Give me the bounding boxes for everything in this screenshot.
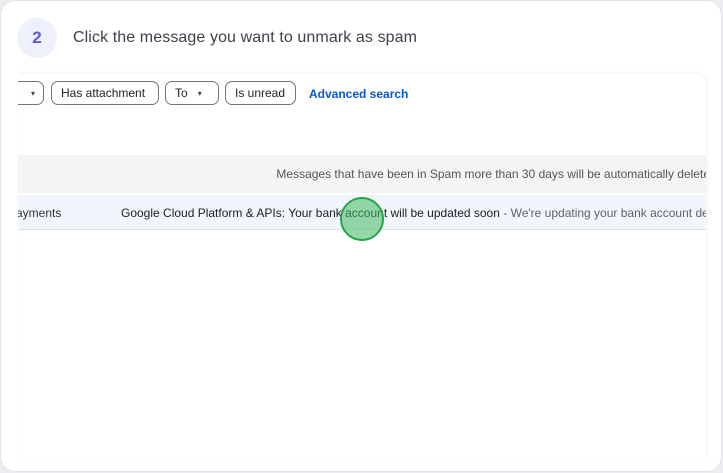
has-attachment-chip[interactable]: Has attachment (51, 81, 159, 105)
chevron-down-icon: ▾ (197, 88, 202, 98)
chevron-down-icon: ▾ (30, 88, 35, 98)
is-unread-chip[interactable]: Is unread (225, 81, 296, 105)
to-label: To (175, 86, 188, 100)
message-separator: - (499, 206, 511, 220)
tutorial-card: 2 Click the message you want to unmark a… (1, 1, 721, 471)
click-indicator (340, 197, 384, 241)
to-filter-chip[interactable]: To ▾ (165, 81, 219, 105)
gmail-screenshot: ▾ Has attachment To ▾ Is unread Advanced… (18, 74, 706, 459)
message-content: Google Cloud Platform & APIs: Your bank … (121, 206, 706, 220)
step-number: 2 (32, 28, 42, 47)
message-subject: Google Cloud Platform & APIs: Your bank … (121, 206, 500, 220)
spam-notice-text: Messages that have been in Spam more tha… (276, 167, 706, 181)
message-sender: Payments (18, 206, 62, 220)
spam-notice-bar: Messages that have been in Spam more tha… (18, 155, 706, 193)
step-title: Click the message you want to unmark as … (73, 29, 418, 46)
filter-chip-dropdown[interactable]: ▾ (18, 81, 44, 105)
advanced-search-link[interactable]: Advanced search (309, 87, 408, 101)
message-snippet: We're updating your bank account details… (510, 206, 706, 220)
is-unread-label: Is unread (235, 86, 286, 100)
step-number-badge: 2 (17, 18, 57, 58)
has-attachment-label: Has attachment (61, 86, 146, 100)
